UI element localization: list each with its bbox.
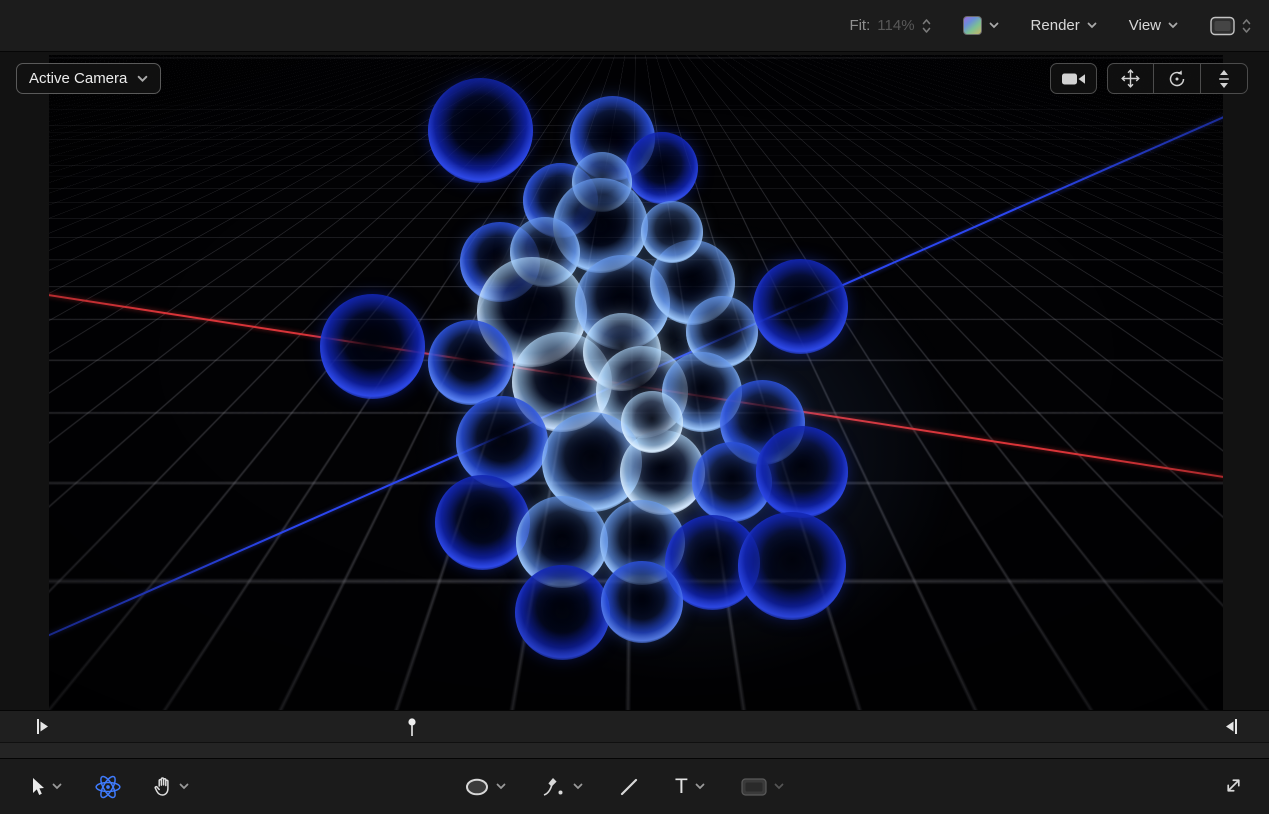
transform-3d-icon bbox=[94, 774, 122, 800]
chevron-down-icon bbox=[137, 75, 148, 83]
render-menu[interactable]: Render bbox=[1031, 17, 1097, 34]
transform-tool-group bbox=[26, 769, 192, 805]
chevron-down-icon bbox=[774, 783, 784, 790]
play-range-in-marker[interactable] bbox=[36, 718, 50, 735]
canvas-layout-icon bbox=[1210, 16, 1235, 36]
orbit-view-button[interactable] bbox=[1154, 63, 1201, 94]
canvas-toolbar: Fit: 114% Render View bbox=[0, 0, 1269, 52]
video-camera-icon bbox=[1061, 71, 1087, 87]
zoom-control[interactable]: Fit: 114% bbox=[849, 17, 930, 34]
canvas-layout-control[interactable] bbox=[1210, 16, 1251, 36]
play-range-out-marker[interactable] bbox=[1224, 718, 1238, 735]
view-tools bbox=[1050, 63, 1248, 94]
shape-tool-icon bbox=[465, 778, 489, 796]
fit-label: Fit: bbox=[849, 17, 870, 34]
chevron-down-icon bbox=[695, 783, 705, 790]
pan-tool[interactable] bbox=[151, 771, 192, 802]
hand-icon bbox=[154, 776, 172, 797]
pan-view-button[interactable] bbox=[1107, 63, 1154, 94]
dolly-view-button[interactable] bbox=[1201, 63, 1248, 94]
pan-view-icon bbox=[1120, 68, 1141, 89]
chevron-down-icon bbox=[1087, 22, 1097, 29]
transform-3d-tool[interactable] bbox=[91, 769, 125, 805]
fit-value: 114% bbox=[877, 17, 914, 34]
orbit-view-icon bbox=[1167, 69, 1187, 89]
text-tool-icon: T bbox=[675, 776, 688, 797]
expand-icon bbox=[1224, 776, 1243, 795]
select-tool[interactable] bbox=[26, 772, 65, 802]
create-tool-group: T bbox=[462, 771, 787, 803]
color-swatch-icon bbox=[963, 16, 982, 35]
chevron-down-icon bbox=[989, 22, 999, 29]
line-tool-icon bbox=[619, 777, 639, 797]
chevron-down-icon bbox=[179, 783, 189, 790]
view-3d-tool-group bbox=[1107, 63, 1248, 94]
image-well-icon bbox=[741, 778, 767, 796]
camera-selector-label: Active Camera bbox=[29, 70, 127, 87]
timeline-scrubber[interactable] bbox=[0, 710, 1269, 742]
canvas-viewport[interactable] bbox=[49, 55, 1223, 710]
dolly-view-icon bbox=[1216, 69, 1232, 89]
view-menu[interactable]: View bbox=[1129, 17, 1178, 34]
chevron-down-icon bbox=[52, 783, 62, 790]
select-arrow-icon bbox=[29, 777, 45, 797]
camera-selector[interactable]: Active Camera bbox=[16, 63, 161, 94]
render-menu-label: Render bbox=[1031, 17, 1080, 34]
line-tool[interactable] bbox=[616, 772, 642, 802]
chevron-down-icon bbox=[496, 783, 506, 790]
bezier-tool[interactable] bbox=[539, 771, 586, 803]
shape-tool[interactable] bbox=[462, 773, 509, 801]
motion-window: Fit: 114% Render View bbox=[0, 0, 1269, 814]
expand-button[interactable] bbox=[1224, 776, 1243, 798]
view-menu-label: View bbox=[1129, 17, 1161, 34]
tool-bar: T bbox=[0, 758, 1269, 814]
camera-overlay-button[interactable] bbox=[1050, 63, 1097, 94]
mini-timeline[interactable] bbox=[0, 742, 1269, 758]
viewport-stage: Active Camera bbox=[0, 52, 1269, 710]
playhead[interactable] bbox=[406, 717, 418, 737]
bezier-tool-icon bbox=[542, 776, 566, 798]
stepper-icon[interactable] bbox=[1242, 18, 1251, 34]
vignette bbox=[49, 55, 1223, 710]
color-channel-control[interactable] bbox=[963, 16, 999, 35]
chevron-down-icon bbox=[573, 783, 583, 790]
image-well[interactable] bbox=[738, 773, 787, 801]
stepper-icon[interactable] bbox=[922, 18, 931, 34]
text-tool[interactable]: T bbox=[672, 771, 708, 802]
chevron-down-icon bbox=[1168, 22, 1178, 29]
